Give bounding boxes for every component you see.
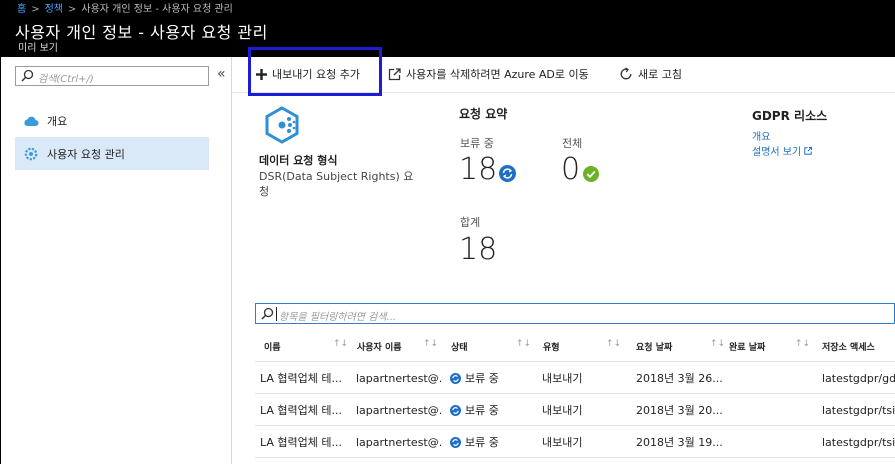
highlight-box <box>248 47 382 96</box>
table-row[interactable]: LA 협력업체 테... lapartnertest@... 보류 중 내보내기… <box>255 426 895 458</box>
cell-request-date: 2018년 3월 19... <box>636 436 723 449</box>
sync-icon <box>450 404 461 416</box>
breadcrumb: 홈 > 정책 > 사용자 개인 정보 - 사용자 요청 관리 <box>17 0 233 15</box>
text-cursor <box>276 307 277 321</box>
sync-icon <box>450 372 461 384</box>
sync-icon <box>450 436 461 448</box>
status-label: 보류 중 <box>465 372 499 385</box>
sidebar-item-label: 사용자 요청 관리 <box>47 147 125 161</box>
gdpr-docs-label: 설명서 보기 <box>752 147 802 158</box>
breadcrumb-separator: > <box>31 4 40 15</box>
data-request-type-description: DSR(Data Subject Rights) 요청 <box>259 170 414 198</box>
cell-status: 보류 중 <box>450 426 530 458</box>
table-row[interactable]: LA 협력업체 테... lapartnertest@... 보류 중 내보내기… <box>255 362 895 394</box>
column-header-name[interactable]: 이름 <box>264 330 344 362</box>
gdpr-resources-title: GDPR 리소스 <box>752 109 828 123</box>
sidebar-search-placeholder: 검색(Ctrl+/) <box>38 74 94 85</box>
cell-status: 보류 중 <box>450 362 530 394</box>
go-to-azure-ad-button[interactable]: 사용자를 삭제하려면 Azure AD로 이동 <box>388 66 589 82</box>
sidebar: 검색(Ctrl+/) « 개요 사용자 요청 관리 <box>0 57 232 464</box>
total-label: 전체 <box>562 137 583 150</box>
table-header-row: 이름 ↑↓ 사용자 이름 ↑↓ 상태 ↑↓ 유형 ↑↓ 요청 날짜 ↑↓ 완료 … <box>255 330 895 362</box>
sort-icon[interactable]: ↑↓ <box>710 339 725 349</box>
refresh-button[interactable]: 새로 고침 <box>619 66 682 82</box>
cell-completion-date <box>729 426 809 458</box>
cell-status: 보류 중 <box>450 394 530 426</box>
cell-type: 내보내기 <box>542 372 583 385</box>
cell-request-date: 2018년 3월 20... <box>636 404 723 417</box>
cell-username: lapartnertest@... <box>356 435 442 449</box>
gear-icon <box>23 146 41 162</box>
sidebar-item-label: 개요 <box>47 114 68 128</box>
cell-storage-access[interactable]: latestgdpr/tsit <box>822 394 895 426</box>
sort-icon[interactable]: ↑↓ <box>795 339 810 349</box>
breadcrumb-home[interactable]: 홈 <box>17 4 26 15</box>
refresh-label: 새로 고침 <box>638 68 682 81</box>
pending-label: 보류 중 <box>460 137 494 150</box>
refresh-icon <box>619 67 633 81</box>
data-request-icon <box>264 106 300 147</box>
cell-type: 내보내기 <box>542 436 583 449</box>
sum-count: 18 <box>459 232 498 267</box>
request-summary-title: 요청 요약 <box>459 107 508 121</box>
table-row[interactable]: LA 협력업체 테... lapartnertest@... 보류 중 내보내기… <box>255 394 895 426</box>
breadcrumb-policy[interactable]: 정책 <box>45 4 63 15</box>
sidebar-item-overview[interactable]: 개요 <box>15 104 209 137</box>
column-header-storage-access[interactable]: 저장소 액세스 <box>822 330 895 362</box>
go-to-azure-ad-label: 사용자를 삭제하려면 Azure AD로 이동 <box>406 68 589 81</box>
sort-icon[interactable]: ↑↓ <box>333 339 348 349</box>
sort-icon[interactable]: ↑↓ <box>606 339 621 349</box>
top-header: 홈 > 정책 > 사용자 개인 정보 - 사용자 요청 관리 사용자 개인 정보 - 사… <box>0 0 895 57</box>
data-request-type-title: 데이터 요청 형식 <box>259 154 338 167</box>
cell-username: lapartnertest@... <box>356 371 442 385</box>
total-count: 0 <box>561 152 581 187</box>
sync-icon <box>499 165 516 185</box>
sidebar-search-input[interactable]: 검색(Ctrl+/) <box>15 66 209 86</box>
cell-storage-access[interactable]: latestgdpr/gdp <box>822 362 895 394</box>
cloud-icon <box>23 115 41 127</box>
sidebar-item-user-requests[interactable]: 사용자 요청 관리 <box>15 137 209 170</box>
preview-label: 미리 보기 <box>18 43 58 54</box>
checkmark-icon <box>583 166 599 185</box>
cell-name[interactable]: LA 협력업체 테... <box>260 362 350 394</box>
cell-storage-access[interactable]: latestgdpr/tsie <box>822 426 895 458</box>
cell-name[interactable]: LA 협력업체 테... <box>260 426 350 458</box>
search-icon <box>261 307 274 323</box>
cell-username: lapartnertest@... <box>356 403 442 417</box>
status-label: 보류 중 <box>465 404 499 417</box>
cell-completion-date <box>729 394 809 426</box>
breadcrumb-separator: > <box>68 4 77 15</box>
status-label: 보류 중 <box>465 436 499 449</box>
filter-input[interactable]: 항목을 필터링하려면 검색... <box>255 303 895 324</box>
column-header-request-date[interactable]: 요청 날짜 <box>636 330 706 362</box>
gdpr-overview-link[interactable]: 개요 <box>752 128 770 143</box>
column-header-username[interactable]: 사용자 이름 <box>357 330 427 362</box>
cell-completion-date <box>729 362 809 394</box>
cell-request-date: 2018년 3월 26... <box>636 372 723 385</box>
gdpr-docs-link[interactable]: 설명서 보기 <box>752 143 813 158</box>
sort-icon[interactable]: ↑↓ <box>423 339 438 349</box>
external-link-icon <box>804 147 813 158</box>
cell-name[interactable]: LA 협력업체 테... <box>260 394 350 426</box>
pending-count: 18 <box>459 152 498 187</box>
cell-type: 내보내기 <box>542 404 583 417</box>
breadcrumb-current: 사용자 개인 정보 - 사용자 요청 관리 <box>81 4 233 15</box>
sum-label: 합계 <box>460 216 481 229</box>
column-header-status[interactable]: 상태 <box>451 330 511 362</box>
filter-placeholder: 항목을 필터링하려면 검색... <box>279 312 397 323</box>
column-header-type[interactable]: 유형 <box>543 330 603 362</box>
search-icon <box>21 69 34 85</box>
sort-icon[interactable]: ↑↓ <box>516 339 531 349</box>
collapse-sidebar-button[interactable]: « <box>217 66 226 82</box>
external-link-icon <box>388 67 401 81</box>
column-header-completion-date[interactable]: 완료 날짜 <box>729 330 799 362</box>
